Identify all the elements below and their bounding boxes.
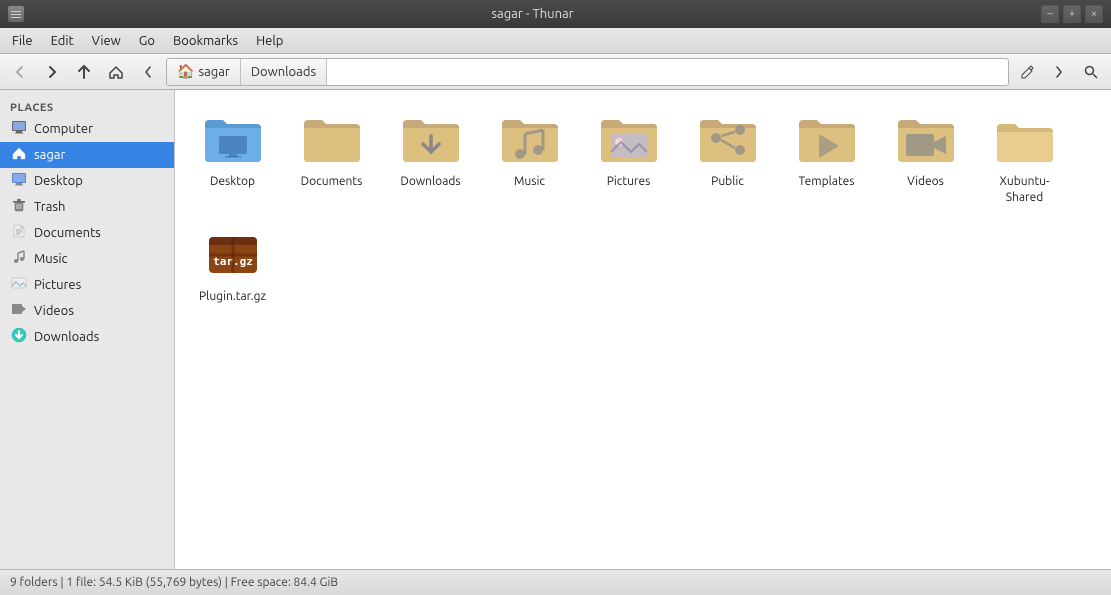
file-item-documents[interactable]: Documents [284,100,379,211]
sidebar-label-music: Music [34,252,68,266]
menu-bookmarks[interactable]: Bookmarks [165,32,246,50]
status-text: 9 folders | 1 file: 54.5 KiB (55,769 byt… [10,576,338,589]
public-folder-icon [696,106,760,170]
sidebar-item-documents[interactable]: Documents [0,220,174,246]
sidebar-item-downloads[interactable]: Downloads [0,324,174,350]
downloads-folder-label: Downloads [400,174,460,190]
computer-icon [10,119,28,139]
videos-folder-label: Videos [907,174,944,190]
videos-folder-icon [894,106,958,170]
menubar: File Edit View Go Bookmarks Help [0,28,1111,54]
menu-file[interactable]: File [4,32,41,50]
templates-folder-icon [795,106,859,170]
maximize-button[interactable]: + [1063,5,1081,23]
sidebar-item-music[interactable]: Music [0,246,174,272]
sidebar-section-places: Places [0,98,174,116]
main-layout: Places Computer sagar Desktop Trash [0,90,1111,569]
file-item-templates[interactable]: Templates [779,100,874,211]
current-dir-breadcrumb[interactable]: Downloads [241,59,327,85]
desktop-folder-label: Desktop [210,174,255,190]
window-title: sagar - Thunar [24,7,1041,21]
desktop-icon [10,171,28,191]
plugin-targz-icon: tar.gz [201,221,265,285]
nav-right-button[interactable] [1045,58,1073,86]
file-item-downloads[interactable]: Downloads [383,100,478,211]
xubuntu-shared-folder-icon [993,106,1057,170]
file-item-public[interactable]: Public [680,100,775,211]
sidebar-label-sagar: sagar [34,148,65,162]
titlebar: sagar - Thunar – + × [0,0,1111,28]
file-item-xubuntu-shared[interactable]: Xubuntu-Shared [977,100,1072,211]
sidebar-label-computer: Computer [34,122,93,136]
window-controls: – + × [1041,5,1103,23]
sidebar-label-pictures: Pictures [34,278,81,292]
home-button[interactable] [102,58,130,86]
edit-path-button[interactable] [1013,58,1041,86]
home-icon: 🏠 [177,63,194,80]
documents-folder-label: Documents [301,174,363,190]
sidebar-item-videos[interactable]: Videos [0,298,174,324]
menu-view[interactable]: View [84,32,129,50]
forward-button[interactable] [38,58,66,86]
sidebar-label-videos: Videos [34,304,74,318]
sidebar-item-trash[interactable]: Trash [0,194,174,220]
music-icon [10,249,28,269]
search-button[interactable] [1077,58,1105,86]
home-label: sagar [198,65,229,79]
home-breadcrumb[interactable]: 🏠 sagar [167,59,241,85]
menu-go[interactable]: Go [131,32,163,50]
current-dir-label: Downloads [251,65,316,79]
back-button[interactable] [6,58,34,86]
nav-left-button[interactable] [134,58,162,86]
sidebar-item-sagar[interactable]: sagar [0,142,174,168]
file-item-plugin-targz[interactable]: tar.gz Plugin.tar.gz [185,215,280,311]
sidebar-item-desktop[interactable]: Desktop [0,168,174,194]
titlebar-left [8,6,24,22]
xubuntu-shared-folder-label: Xubuntu-Shared [981,174,1068,205]
addressbar: 🏠 sagar Downloads [166,58,1009,86]
downloads-icon [10,327,28,347]
templates-folder-label: Templates [799,174,855,190]
menu-edit[interactable]: Edit [43,32,82,50]
documents-folder-icon [300,106,364,170]
downloads-folder-icon [399,106,463,170]
minimize-button[interactable]: – [1041,5,1059,23]
titlebar-menu-button[interactable] [8,6,24,22]
sidebar-label-desktop: Desktop [34,174,83,188]
sagar-home-icon [10,145,28,165]
music-folder-icon [498,106,562,170]
sidebar-item-pictures[interactable]: Pictures [0,272,174,298]
public-folder-label: Public [711,174,744,190]
videos-icon [10,301,28,321]
sidebar-item-computer[interactable]: Computer [0,116,174,142]
sidebar-label-trash: Trash [34,200,65,214]
pictures-icon [10,275,28,295]
plugin-targz-label: Plugin.tar.gz [199,289,266,305]
toolbar: 🏠 sagar Downloads [0,54,1111,90]
file-item-desktop[interactable]: Desktop [185,100,280,211]
file-item-videos[interactable]: Videos [878,100,973,211]
sidebar-label-downloads: Downloads [34,330,99,344]
menu-help[interactable]: Help [248,32,291,50]
close-button[interactable]: × [1085,5,1103,23]
trash-icon [10,197,28,217]
documents-icon [10,223,28,243]
music-folder-label: Music [514,174,545,190]
file-grid: Desktop Documents [185,100,1101,311]
file-item-music[interactable]: Music [482,100,577,211]
statusbar: 9 folders | 1 file: 54.5 KiB (55,769 byt… [0,569,1111,595]
pictures-folder-icon [597,106,661,170]
up-button[interactable] [70,58,98,86]
file-area: Desktop Documents [175,90,1111,569]
desktop-folder-icon [201,106,265,170]
sidebar: Places Computer sagar Desktop Trash [0,90,175,569]
pictures-folder-label: Pictures [607,174,651,190]
sidebar-label-documents: Documents [34,226,101,240]
file-item-pictures[interactable]: Pictures [581,100,676,211]
